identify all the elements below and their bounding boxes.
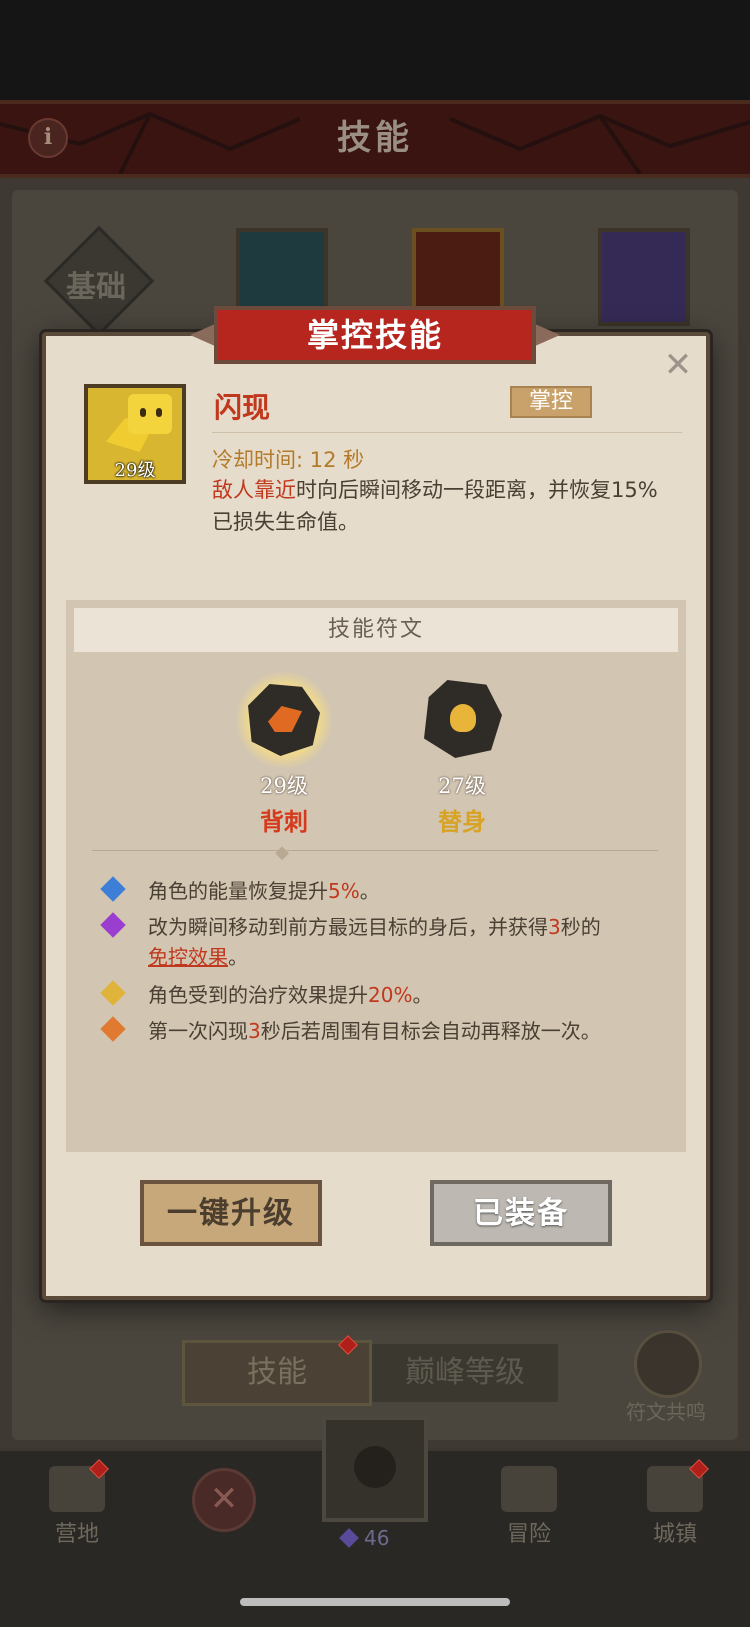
skill-description: 敌人靠近时向后瞬间移动一段距离，并恢复15% 已损失生命值。 (212, 474, 672, 538)
rune-level: 27级 (438, 774, 486, 798)
skill-type-tag: 掌控 (510, 386, 592, 418)
effect-highlight: 3 (248, 1019, 261, 1043)
rune-effect-item: 改为瞬间移动到前方最远目标的身后，并获得3秒的免控效果。 (100, 912, 664, 976)
effect-text: 。 (359, 879, 380, 903)
effect-text: 角色的能量恢复提升 (148, 879, 328, 903)
map-icon (501, 1466, 557, 1512)
effect-text: 改为瞬间移动到前方最远目标的身后，并获得 (148, 915, 548, 939)
nav-camp[interactable]: 营地 (22, 1466, 132, 1548)
modal-banner: 掌控技能 (190, 306, 560, 364)
blue-star-icon (100, 876, 126, 902)
page-title: 技能 (337, 118, 413, 158)
divider (212, 432, 682, 433)
effect-text: 第一次闪现 (148, 1019, 248, 1043)
rune-backstab[interactable] (236, 672, 332, 768)
rune-substitute[interactable] (422, 680, 502, 760)
nav-adventure-label: 冒险 (506, 1522, 551, 1547)
rune-resonance-button[interactable]: 符文共鸣 (624, 1330, 708, 1424)
modal-title: 掌控技能 (306, 316, 443, 354)
skill-card-lightning[interactable] (598, 228, 690, 326)
figure-icon (450, 704, 476, 732)
desc-highlight: 敌人靠近 (212, 478, 296, 502)
yellow-star-icon (100, 980, 126, 1006)
status-area (0, 0, 750, 100)
effect-link[interactable]: 免控效果 (148, 945, 228, 969)
effect-highlight: 3 (548, 915, 561, 939)
info-icon[interactable]: i (28, 118, 68, 158)
effect-text: 角色受到的治疗效果提升 (148, 983, 368, 1007)
resonance-label: 符文共鸣 (626, 1400, 706, 1424)
gem-count-value: 46 (364, 1526, 390, 1550)
home-indicator (240, 1598, 510, 1606)
skull-icon (354, 1446, 396, 1488)
basic-skill-tab[interactable]: 基础 (43, 225, 155, 337)
purple-star-icon (100, 912, 126, 938)
chevron-down-icon: ◆ (275, 842, 289, 863)
effect-text: 。 (228, 945, 248, 969)
orange-star-icon (100, 1016, 126, 1042)
tab-peak-level[interactable]: 巅峰等级 (372, 1344, 558, 1402)
nav-town-label: 城镇 (652, 1522, 697, 1547)
skill-cooldown: 冷却时间: 12 秒 (212, 448, 365, 472)
nav-adventure[interactable]: 冒险 (474, 1466, 584, 1548)
gem-icon (339, 1528, 359, 1548)
nav-skill-center[interactable] (322, 1416, 428, 1522)
rune-name: 背刺 (260, 808, 308, 836)
equipped-button[interactable]: 已装备 (430, 1180, 612, 1246)
rune-effect-item: 角色的能量恢复提升5%。 (100, 876, 664, 908)
divider (92, 850, 658, 851)
rune-name: 替身 (438, 808, 486, 836)
effect-highlight: 5% (328, 879, 360, 903)
nav-camp-label: 营地 (54, 1522, 99, 1547)
spiral-icon (634, 1330, 702, 1398)
gem-counter: 46 (339, 1526, 422, 1550)
close-icon[interactable]: ✕ (662, 348, 694, 382)
one-click-upgrade-button[interactable]: 一键升级 (140, 1180, 322, 1246)
rune-effect-item: 角色受到的治疗效果提升20%。 (100, 980, 664, 1012)
nav-town[interactable]: 城镇 (620, 1466, 730, 1548)
close-icon[interactable]: ✕ (192, 1468, 256, 1532)
skill-level: 29级 (114, 460, 156, 481)
effect-highlight: 20% (368, 983, 413, 1007)
effect-text: 秒的 (560, 915, 601, 939)
rune-level: 29级 (260, 774, 308, 798)
effect-text: 。 (412, 983, 433, 1007)
effect-text: 秒后若周围有目标会自动再释放一次。 (260, 1019, 601, 1043)
basic-tab-label: 基础 (66, 270, 126, 305)
skill-name: 闪现 (214, 391, 271, 424)
rune-section-title: 技能符文 (74, 608, 678, 652)
rune-effect-item: 第一次闪现3秒后若周围有目标会自动再释放一次。 (100, 1016, 664, 1048)
